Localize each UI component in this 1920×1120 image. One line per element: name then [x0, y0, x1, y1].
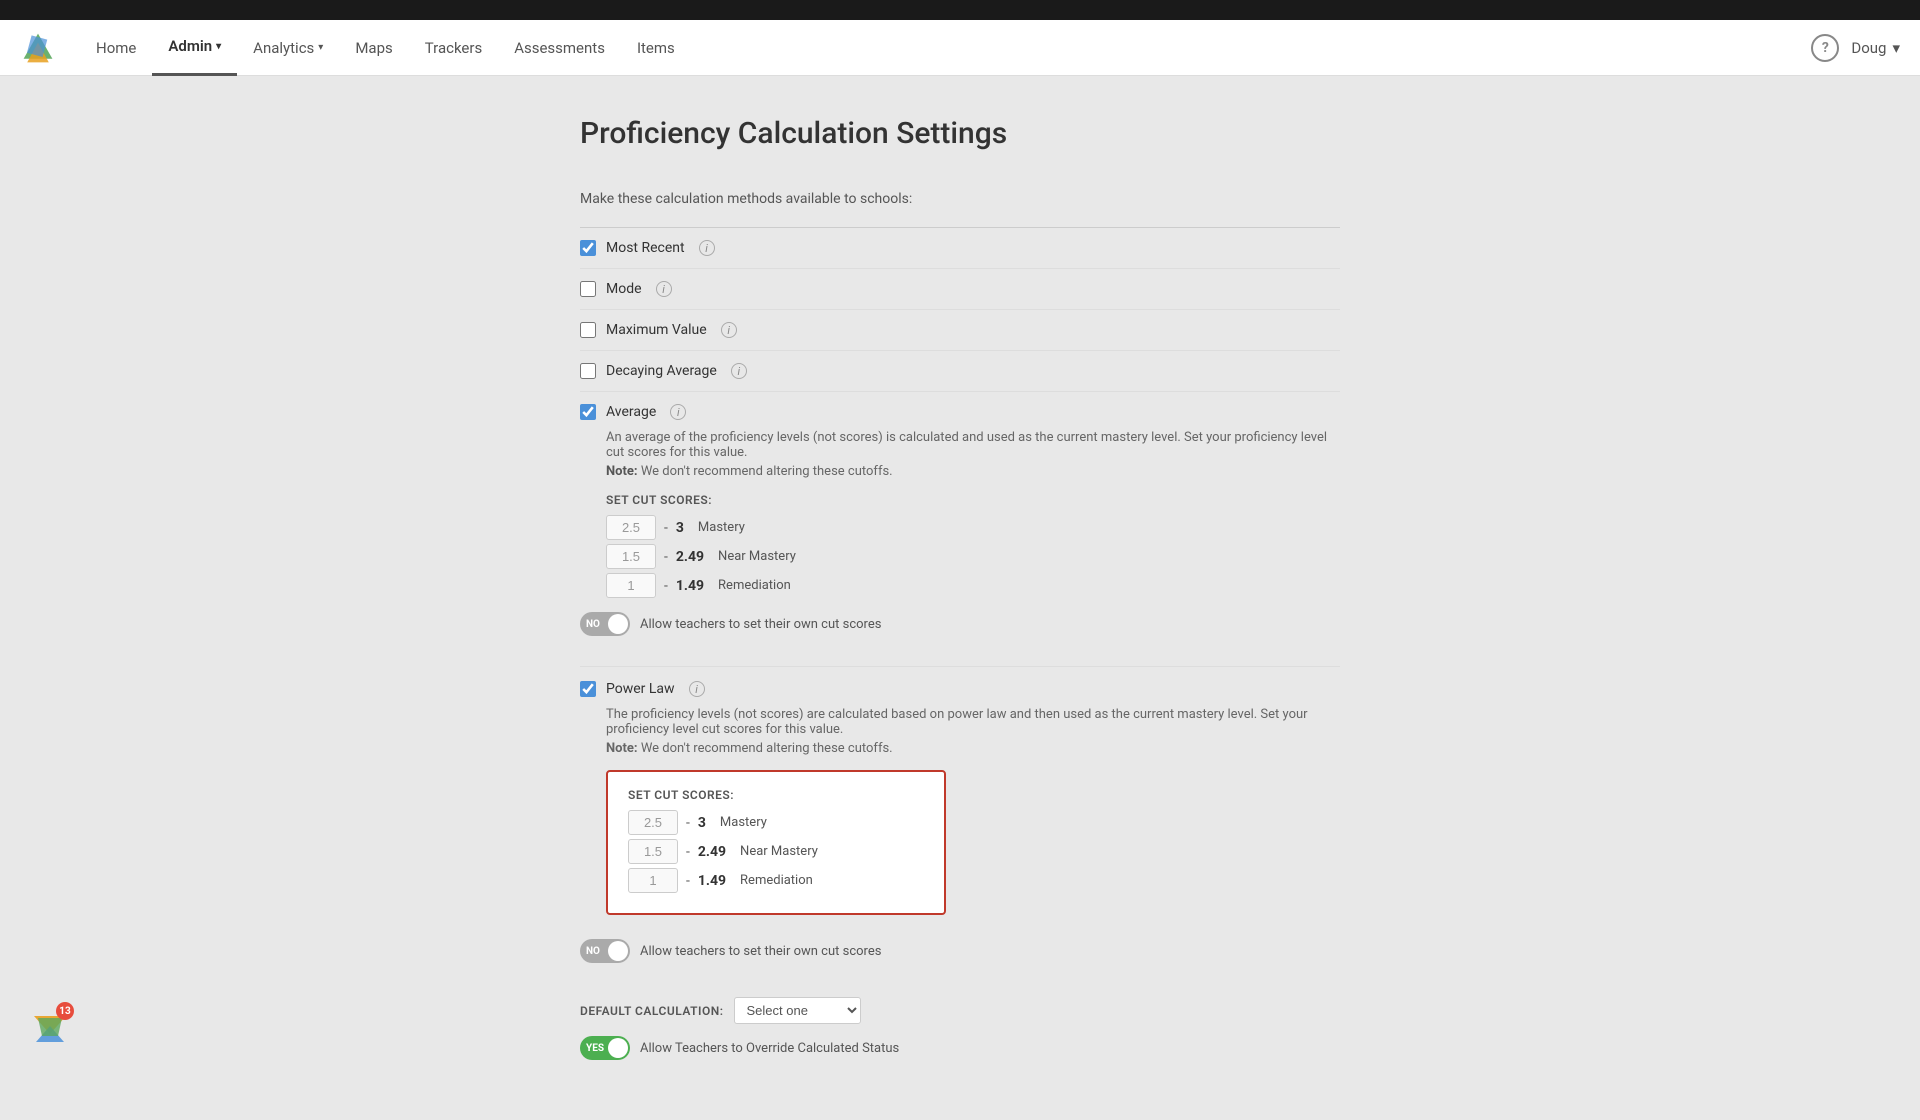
notification-icon[interactable]: 13	[30, 1006, 70, 1050]
average-description: An average of the proficiency levels (no…	[580, 430, 1340, 460]
nav-items[interactable]: Items	[621, 20, 691, 76]
checkbox-mode[interactable]	[580, 281, 596, 297]
average-label: Average	[606, 404, 656, 420]
avg-toggle-thumb	[608, 614, 628, 634]
allow-teachers-row: YES Allow Teachers to Override Calculate…	[580, 1036, 1340, 1060]
default-calc-select[interactable]: Select one Most Recent Average Power Law	[734, 997, 861, 1024]
avg-score-row-2: - 2.49 Near Mastery	[606, 544, 1340, 569]
section-label: Make these calculation methods available…	[580, 191, 1340, 207]
average-header: Average i	[580, 404, 1340, 420]
decaying-avg-label: Decaying Average	[606, 363, 717, 379]
pl-toggle-label: Allow teachers to set their own cut scor…	[640, 944, 881, 959]
allow-teachers-toggle[interactable]: YES	[580, 1036, 630, 1060]
default-calc-row: DEFAULT CALCULATION: Select one Most Rec…	[580, 997, 1340, 1024]
nav-home[interactable]: Home	[80, 20, 152, 76]
avg-cut-scores-label: SET CUT SCORES:	[606, 493, 1340, 507]
brand-logo[interactable]	[20, 30, 60, 66]
navbar: Home Admin ▾ Analytics ▾ Maps Trackers A…	[0, 20, 1920, 76]
mode-label: Mode	[606, 281, 642, 297]
power-law-info-icon[interactable]: i	[689, 681, 705, 697]
power-law-section: Power Law i The proficiency levels (not …	[580, 667, 1340, 977]
max-value-info-icon[interactable]: i	[721, 322, 737, 338]
max-value-label: Maximum Value	[606, 322, 707, 338]
most-recent-label: Most Recent	[606, 240, 685, 256]
option-max-value: Maximum Value i	[580, 310, 1340, 351]
avg-teacher-toggle[interactable]: NO	[580, 612, 630, 636]
pl-score-row-2: - 2.49 Near Mastery	[628, 839, 924, 864]
nav-items: Home Admin ▾ Analytics ▾ Maps Trackers A…	[80, 20, 1811, 76]
pl-teacher-toggle[interactable]: NO	[580, 939, 630, 963]
nav-right: ? Doug ▾	[1811, 34, 1900, 62]
nav-maps[interactable]: Maps	[339, 20, 408, 76]
average-section: Average i An average of the proficiency …	[580, 392, 1340, 667]
most-recent-info-icon[interactable]: i	[699, 240, 715, 256]
pl-toggle-row: NO Allow teachers to set their own cut s…	[580, 929, 1340, 977]
pl-toggle-thumb	[608, 941, 628, 961]
checkbox-decaying-avg[interactable]	[580, 363, 596, 379]
checkbox-average[interactable]	[580, 404, 596, 420]
avg-score-row-1: - 3 Mastery	[606, 515, 1340, 540]
allow-toggle-thumb	[608, 1038, 628, 1058]
option-decaying-avg: Decaying Average i	[580, 351, 1340, 392]
checkbox-power-law[interactable]	[580, 681, 596, 697]
checkbox-max-value[interactable]	[580, 322, 596, 338]
help-button[interactable]: ?	[1811, 34, 1839, 62]
power-law-description: The proficiency levels (not scores) are …	[580, 707, 1340, 737]
pl-score-row-1: - 3 Mastery	[628, 810, 924, 835]
avg-score-from-2[interactable]	[606, 544, 656, 569]
power-law-header: Power Law i	[580, 681, 1340, 697]
pl-cut-scores-label: SET CUT SCORES:	[628, 788, 924, 802]
pl-score-from-2[interactable]	[628, 839, 678, 864]
default-calc-label: DEFAULT CALCULATION:	[580, 1004, 724, 1018]
average-note: Note: We don't recommend altering these …	[580, 464, 1340, 479]
pl-score-from-3[interactable]	[628, 868, 678, 893]
main-content: Proficiency Calculation Settings Make th…	[560, 76, 1360, 1120]
nav-trackers[interactable]: Trackers	[409, 20, 498, 76]
analytics-arrow: ▾	[318, 42, 323, 53]
pl-score-from-1[interactable]	[628, 810, 678, 835]
nav-admin[interactable]: Admin ▾	[152, 20, 237, 76]
average-info-icon[interactable]: i	[670, 404, 686, 420]
option-mode: Mode i	[580, 269, 1340, 310]
allow-teachers-label: Allow Teachers to Override Calculated St…	[640, 1041, 899, 1056]
admin-arrow: ▾	[216, 41, 221, 52]
nav-analytics[interactable]: Analytics ▾	[237, 20, 339, 76]
avg-toggle-label: Allow teachers to set their own cut scor…	[640, 617, 881, 632]
page-title: Proficiency Calculation Settings	[580, 116, 1340, 151]
option-most-recent: Most Recent i	[580, 228, 1340, 269]
avg-toggle-row: NO Allow teachers to set their own cut s…	[580, 602, 1340, 650]
nav-assessments[interactable]: Assessments	[498, 20, 621, 76]
top-bar	[0, 0, 1920, 20]
power-law-note: Note: We don't recommend altering these …	[580, 741, 1340, 756]
power-law-cut-scores-box: SET CUT SCORES: - 3 Mastery - 2.49 Near …	[606, 770, 946, 915]
avg-score-from-1[interactable]	[606, 515, 656, 540]
decaying-avg-info-icon[interactable]: i	[731, 363, 747, 379]
avg-score-from-3[interactable]	[606, 573, 656, 598]
notification-badge: 13	[56, 1002, 74, 1020]
mode-info-icon[interactable]: i	[656, 281, 672, 297]
average-cut-scores: SET CUT SCORES: - 3 Mastery - 2.49 Near …	[580, 493, 1340, 598]
pl-score-row-3: - 1.49 Remediation	[628, 868, 924, 893]
power-law-label: Power Law	[606, 681, 675, 697]
checkbox-most-recent[interactable]	[580, 240, 596, 256]
avg-score-row-3: - 1.49 Remediation	[606, 573, 1340, 598]
user-menu[interactable]: Doug ▾	[1851, 39, 1900, 57]
